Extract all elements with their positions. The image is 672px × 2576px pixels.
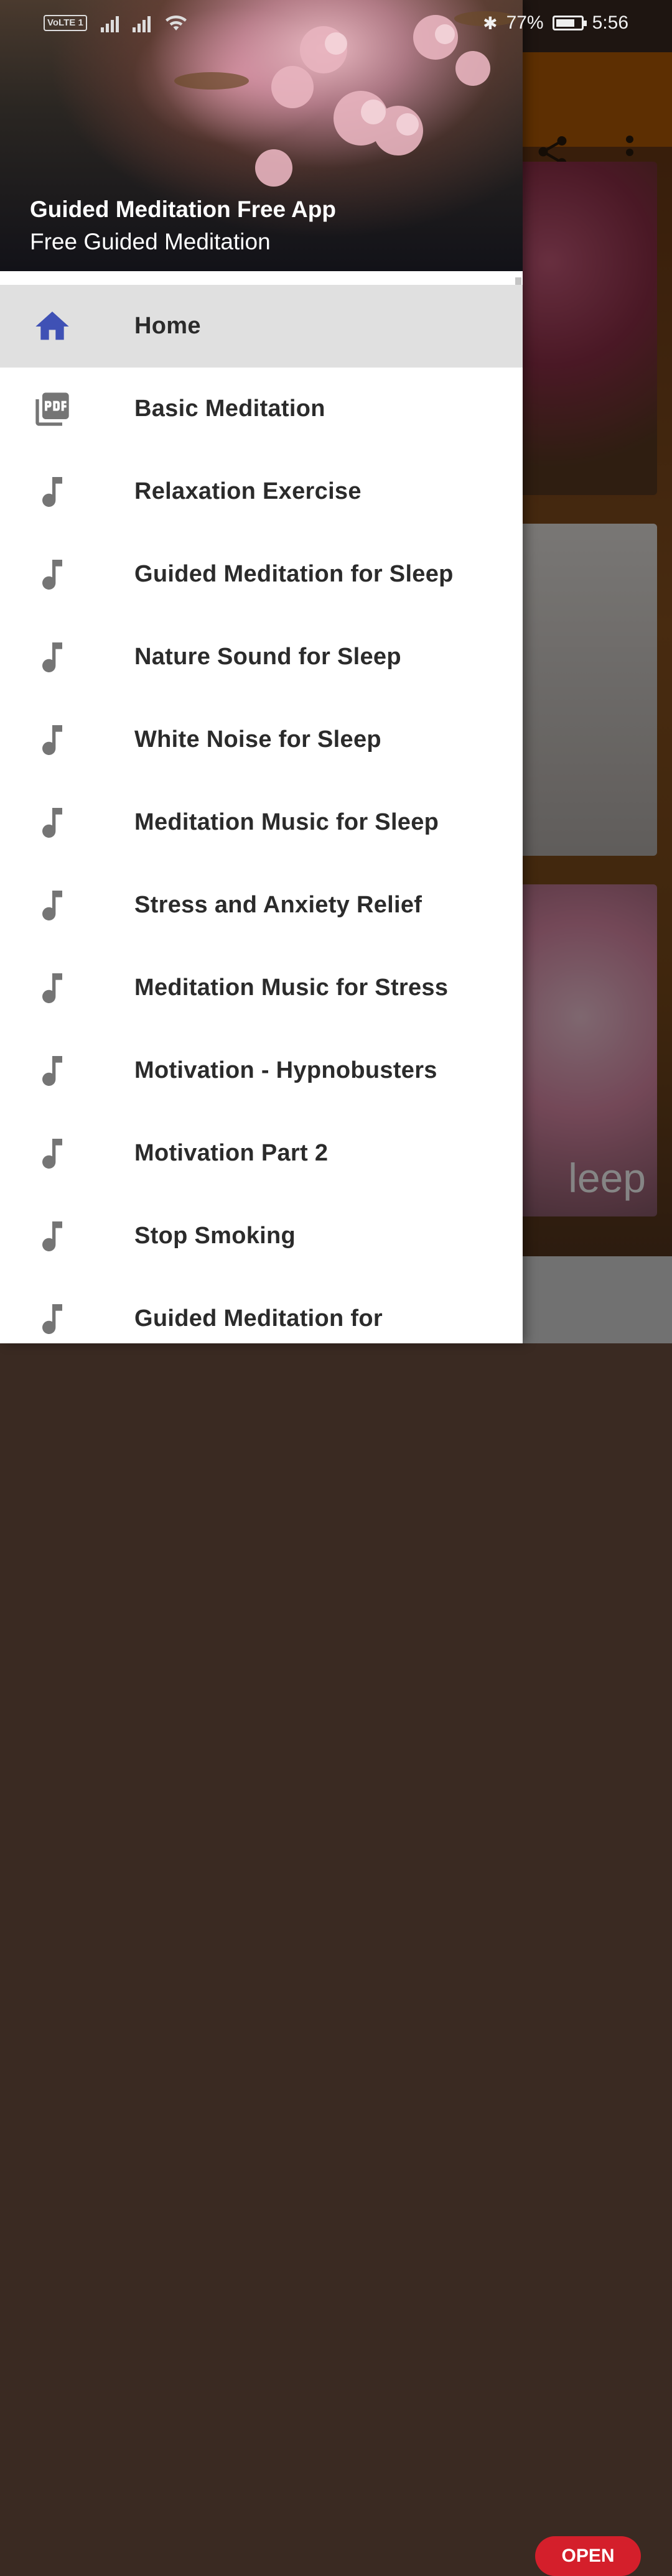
menu-item-stress-anxiety-relief[interactable]: Stress and Anxiety Relief <box>0 864 523 947</box>
menu-item-relaxation-exercise[interactable]: Relaxation Exercise <box>0 450 523 533</box>
music-note-icon <box>42 476 62 507</box>
bluetooth-icon: ✱ <box>483 13 498 33</box>
music-note-icon <box>42 890 62 920</box>
battery-icon <box>552 16 587 30</box>
music-note-icon <box>42 1055 62 1086</box>
menu-item-motivation-part-2[interactable]: Motivation Part 2 <box>0 1112 523 1195</box>
open-button[interactable]: OPEN <box>535 2536 641 2576</box>
menu-item-label: White Noise for Sleep <box>134 726 381 753</box>
menu-item-label: Motivation - Hypnobusters <box>134 1057 437 1083</box>
music-note-icon <box>42 973 62 1003</box>
menu-item-label: Meditation Music for Sleep <box>134 809 439 835</box>
menu-item-label: Guided Meditation for <box>134 1305 383 1332</box>
signal-icon <box>100 14 119 32</box>
volte-indicator: VoLTE 1 <box>44 15 87 31</box>
menu-item-stop-smoking[interactable]: Stop Smoking <box>0 1195 523 1277</box>
signal-icon <box>132 14 151 32</box>
menu-item-motivation-hypnobusters[interactable]: Motivation - Hypnobusters <box>0 1029 523 1112</box>
music-note-icon <box>42 642 62 672</box>
wifi-icon <box>165 16 187 30</box>
music-note-icon <box>42 1138 62 1169</box>
menu-item-white-noise-sleep[interactable]: White Noise for Sleep <box>0 698 523 781</box>
status-bar: VoLTE 1 ✱ 77% 5:56 <box>0 0 672 52</box>
home-icon <box>35 311 69 340</box>
music-note-icon <box>42 559 62 590</box>
menu-item-label: Home <box>134 313 201 339</box>
menu-item-guided-meditation-for[interactable]: Guided Meditation for <box>0 1277 523 1343</box>
music-note-icon <box>42 1221 62 1251</box>
menu-item-label: Stress and Anxiety Relief <box>134 892 422 918</box>
menu-item-label: Basic Meditation <box>134 396 325 422</box>
menu-top-spacer <box>0 271 523 285</box>
battery-percent: 77% <box>506 12 544 33</box>
menu-item-label: Motivation Part 2 <box>134 1140 329 1166</box>
menu-item-label: Meditation Music for Stress <box>134 975 449 1001</box>
menu-item-label: Stop Smoking <box>134 1223 296 1249</box>
menu-item-label: Nature Sound for Sleep <box>134 644 401 670</box>
navigation-drawer: Guided Meditation Free App Free Guided M… <box>0 0 523 1343</box>
music-note-icon <box>42 807 62 838</box>
drawer-subtitle: Free Guided Meditation <box>30 229 271 254</box>
menu-item-home[interactable]: Home <box>0 285 523 368</box>
drawer-menu: Home Basic Meditation Relaxation Exercis… <box>0 285 523 1343</box>
clock: 5:56 <box>592 12 628 33</box>
menu-item-label: Guided Meditation for Sleep <box>134 561 454 587</box>
pdf-icon <box>35 392 69 426</box>
music-note-icon <box>42 1304 62 1334</box>
menu-item-meditation-music-stress[interactable]: Meditation Music for Stress <box>0 947 523 1029</box>
drawer-title: Guided Meditation Free App <box>30 197 336 222</box>
menu-item-label: Relaxation Exercise <box>134 478 362 504</box>
menu-item-guided-meditation-sleep[interactable]: Guided Meditation for Sleep <box>0 533 523 616</box>
menu-item-basic-meditation[interactable]: Basic Meditation <box>0 368 523 450</box>
music-note-icon <box>42 725 62 755</box>
menu-item-nature-sound-sleep[interactable]: Nature Sound for Sleep <box>0 616 523 698</box>
menu-item-meditation-music-sleep[interactable]: Meditation Music for Sleep <box>0 781 523 864</box>
